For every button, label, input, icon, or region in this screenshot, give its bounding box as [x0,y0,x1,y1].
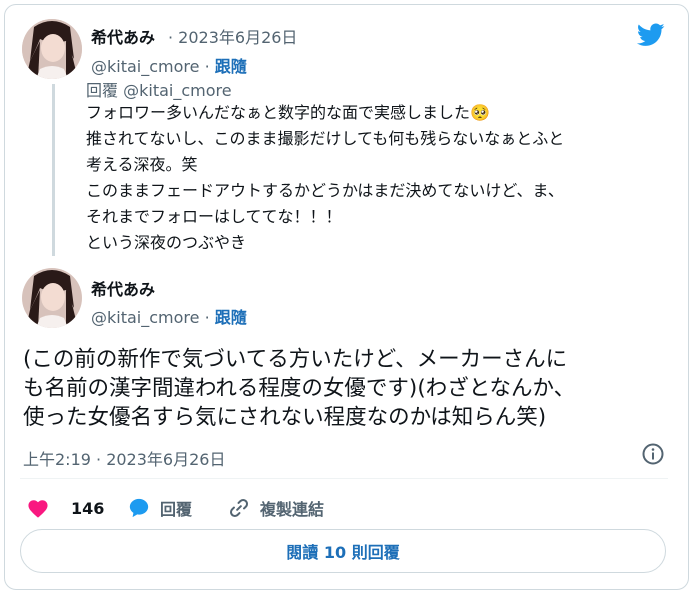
author-name[interactable]: 希代あみ [91,276,155,300]
read-replies-label: 閱讀 10 則回覆 [286,543,400,562]
like-button[interactable]: 146 [27,495,104,521]
author-name[interactable]: 希代あみ [91,24,155,48]
like-count: 146 [71,498,105,518]
text-line: 推されてないし、このまま撮影だけしても何も残らないなぁとふと [86,129,565,148]
main-tweet-text: (この前の新作で気づいてる方いたけど、メーカーさんに も名前の漢字間違われる程度… [23,345,673,432]
text-line: このままフェードアウトするかどうかはまだ決めてないけど、ま、 [86,181,564,200]
reply-prefix: 回覆 [86,81,119,100]
reply-handle[interactable]: @kitai_cmore [123,81,231,100]
twitter-bird-icon[interactable] [637,23,665,47]
text-line: それまでフォローはしててな！！！ [86,207,342,226]
author-handle[interactable]: @kitai_cmore · [91,308,210,327]
tweet-timestamp[interactable]: 上午2:19 · 2023年6月26日 [23,446,225,470]
speech-bubble-icon [129,498,149,518]
copy-link-label: 複製連結 [260,500,325,519]
divider [20,478,668,479]
text-line: という深夜のつぶやき [86,233,247,252]
info-icon[interactable] [641,442,665,466]
follow-link[interactable]: 跟隨 [215,308,247,327]
avatar[interactable] [22,268,82,328]
author-handle[interactable]: @kitai_cmore · [91,57,210,76]
text-line: 考える深夜。笑 [86,155,198,174]
copy-link-button[interactable]: 複製連結 [228,495,324,521]
reply-context: 回覆 @kitai_cmore [86,77,232,101]
reply-button[interactable]: 回覆 [128,495,192,521]
link-icon [229,498,249,518]
author-handle-row: @kitai_cmore · 跟隨 [91,304,247,328]
avatar[interactable] [22,19,82,79]
heart-icon [28,500,48,518]
read-replies-button[interactable]: 閱讀 10 則回覆 [20,529,666,573]
reply-label: 回覆 [160,500,193,519]
text-line: (この前の新作で気づいてる方いたけど、メーカーさんに [23,347,568,372]
text-line: も名前の漢字間違われる程度の女優です)(わざとなんか、 [23,376,576,401]
author-handle-row: @kitai_cmore · 跟隨 [91,53,247,77]
tweet-timestamp[interactable]: · 2023年6月26日 [168,24,297,48]
quoted-tweet-text: フォロワー多いんだなぁと数字的な面で実感しました🥺 推されてないし、このまま撮影… [86,100,666,256]
text-line: フォロワー多いんだなぁと数字的な面で実感しました🥺 [86,103,490,122]
text-line: 使った女優名すら気にされない程度なのかは知らん笑) [23,405,547,430]
thread-connector [52,84,55,256]
follow-link[interactable]: 跟隨 [215,57,247,76]
